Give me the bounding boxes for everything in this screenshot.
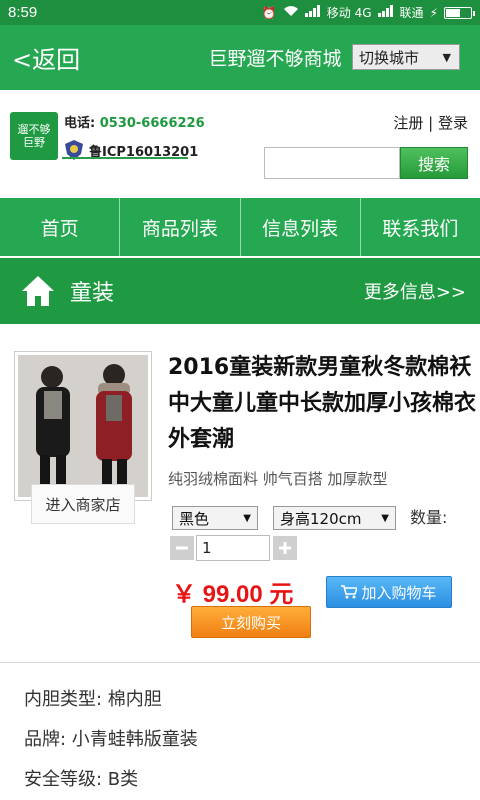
logo-line1: 遛不够 [17,123,51,136]
attribute-row: 内胆类型: 棉内胆 [24,689,162,710]
contact-underline [62,157,188,159]
battery-fill [446,8,461,17]
product-price: ￥ 99.00 元 [172,581,294,608]
back-button[interactable]: <返回 [0,40,110,75]
add-to-cart-button[interactable]: 加入购物车 [326,576,452,608]
top-bar: <返回 巨野遛不够商城 切换城市 ▼ [0,25,480,90]
size-select-value: 身高120cm [280,509,362,528]
login-link[interactable]: 登录 [438,114,468,132]
status-icons: ⏰ 移动 4G 联通 ⚡ [261,4,475,21]
divider [0,662,480,663]
color-select-value: 黑色 [179,509,210,528]
category-title: 童装 [70,281,115,306]
battery-icon [444,6,475,19]
charging-icon: ⚡ [429,5,438,20]
status-bar: 8:59 ⏰ 移动 4G 联通 ⚡ [0,0,480,25]
add-to-cart-label: 加入购物车 [361,583,437,602]
quantity-label: 数量: [410,508,448,527]
product-title: 2016童装新款男童秋冬款棉袄中大童儿童中长款加厚小孩棉衣外套潮 [168,355,477,452]
attribute-row: 品牌: 小青蛙韩版童装 [24,729,198,750]
clock: 8:59 [8,4,38,21]
phone-number: 0530-6666226 [99,116,205,131]
product-thumbnail[interactable] [14,351,152,501]
register-link[interactable]: 注册 [393,114,423,132]
product-subtitle: 纯羽绒棉面料 帅气百搭 加厚款型 [168,470,388,488]
signal-icon-2 [377,5,394,20]
product-photo [18,355,148,497]
more-info-link[interactable]: 更多信息>> [364,278,466,304]
chevron-down-icon: ▼ [381,512,389,524]
logo[interactable]: 遛不够 巨野 [10,112,58,160]
cart-icon [341,585,358,599]
quantity-increase-button[interactable] [273,536,297,560]
product-card: 进入商家店 2016童装新款男童秋冬款棉袄中大童儿童中长款加厚小孩棉衣外套潮 纯… [0,324,480,662]
plus-icon [279,542,291,554]
main-nav: 首页 商品列表 信息列表 联系我们 [0,198,480,256]
nav-contact[interactable]: 联系我们 [361,198,480,256]
nav-info-list[interactable]: 信息列表 [241,198,361,256]
attribute-row: 安全等级: B类 [24,769,139,790]
wifi-icon [283,5,299,20]
signal-icon [304,5,321,20]
buy-now-button[interactable]: 立刻购买 [191,606,311,638]
chevron-down-icon: ▼ [442,50,451,64]
color-select[interactable]: 黑色 ▼ [172,506,258,530]
nav-product-list[interactable]: 商品列表 [120,198,241,256]
city-select[interactable]: 切换城市 ▼ [352,44,460,70]
search-input[interactable] [264,147,400,179]
search-button[interactable]: 搜索 [400,147,468,179]
carrier-1: 移动 4G [326,6,372,20]
city-select-label: 切换城市 [359,48,420,67]
product-photo-figures [18,355,148,497]
nav-home[interactable]: 首页 [0,198,121,256]
size-select[interactable]: 身高120cm ▼ [273,506,396,530]
contact-info: 电话: 0530-6666226 鲁ICP16013201 [64,112,205,161]
carrier-2: 联通 [399,6,424,20]
quantity-input[interactable]: 1 [196,535,270,561]
phone-label: 电话: [64,116,96,131]
home-icon[interactable] [20,274,56,308]
alarm-icon: ⏰ [261,5,277,20]
product-attributes: 内胆类型: 棉内胆 品牌: 小青蛙韩版童装 安全等级: B类 [24,680,198,800]
logo-line2: 巨野 [23,136,45,149]
auth-separator: | [428,114,434,132]
minus-icon [176,546,188,550]
quantity-decrease-button[interactable] [170,536,194,560]
chevron-down-icon: ▼ [243,512,251,524]
enter-shop-button[interactable]: 进入商家店 [31,484,135,524]
category-header: 童装 更多信息>> [0,258,480,324]
site-header: 遛不够 巨野 电话: 0530-6666226 鲁ICP16013201 注册 … [0,90,480,198]
auth-links: 注册 | 登录 [393,112,468,133]
